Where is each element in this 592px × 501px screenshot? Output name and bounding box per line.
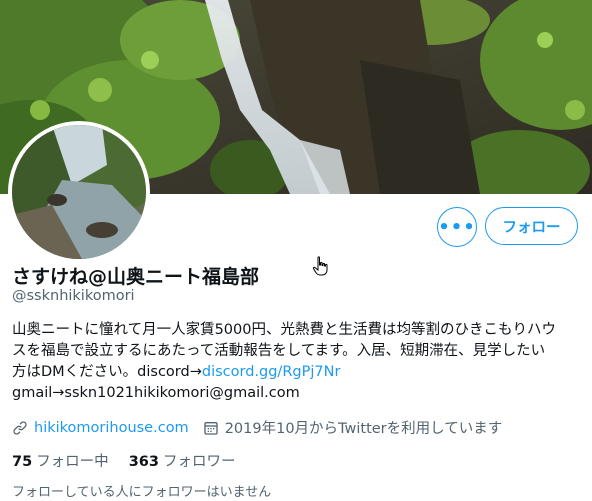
bio-line: スを福島で設立するにあたって活動報告をしてます。入居、短期滞在、見学したい bbox=[12, 343, 546, 359]
more-options-button[interactable]: ••• bbox=[437, 207, 477, 247]
bio-line: 方はDMください。discord→discord.gg/RgPj7Nr bbox=[12, 362, 582, 383]
profile-handle: @ssknhikikomori bbox=[12, 288, 135, 304]
bio-line: 山奥ニートに憧れて月一人家賃5000円、光熱費と生活費は均等割のひきこもりハウ bbox=[12, 322, 556, 338]
followers-count: 363 bbox=[128, 454, 159, 470]
mutual-followers-note: フォローしている人にフォロワーはいません bbox=[12, 485, 272, 500]
profile-display-name: さすけね@山奥ニート福島部 bbox=[12, 266, 260, 288]
link-icon bbox=[13, 420, 27, 435]
following-link[interactable]: 75 フォロー中 bbox=[12, 450, 109, 471]
follow-counts: 75 フォロー中 363 フォロワー bbox=[12, 450, 255, 471]
bio-line-text: 方はDMください。discord→ bbox=[12, 364, 202, 380]
discord-link[interactable]: discord.gg/RgPj7Nr bbox=[202, 364, 341, 380]
following-label: フォロー中 bbox=[36, 454, 109, 470]
bio-line: gmail→sskn1021hikikomori@gmail.com bbox=[12, 385, 300, 401]
website-item: hikikomorihouse.com bbox=[12, 420, 189, 436]
calendar-icon bbox=[204, 421, 218, 435]
following-count: 75 bbox=[12, 454, 33, 470]
follow-button[interactable]: フォロー bbox=[485, 207, 578, 245]
followers-link[interactable]: 363 フォロワー bbox=[129, 450, 236, 471]
website-link[interactable]: hikikomorihouse.com bbox=[34, 420, 189, 436]
more-dots-icon: ••• bbox=[438, 216, 476, 238]
follow-button-label: フォロー bbox=[502, 219, 561, 236]
avatar-image bbox=[12, 125, 146, 259]
profile-bio: 山奥ニートに憧れて月一人家賃5000円、光熱費と生活費は均等割のひきこもりハウ … bbox=[12, 320, 582, 404]
profile-meta: hikikomorihouse.com 2019年10月からTwitterを利用… bbox=[12, 417, 516, 438]
joined-date: 2019年10月からTwitterを利用しています bbox=[224, 421, 503, 437]
profile-avatar[interactable] bbox=[8, 121, 150, 263]
joined-item: 2019年10月からTwitterを利用しています bbox=[203, 417, 503, 438]
followers-label: フォロワー bbox=[162, 454, 236, 470]
hand-pointer-icon bbox=[312, 256, 328, 276]
